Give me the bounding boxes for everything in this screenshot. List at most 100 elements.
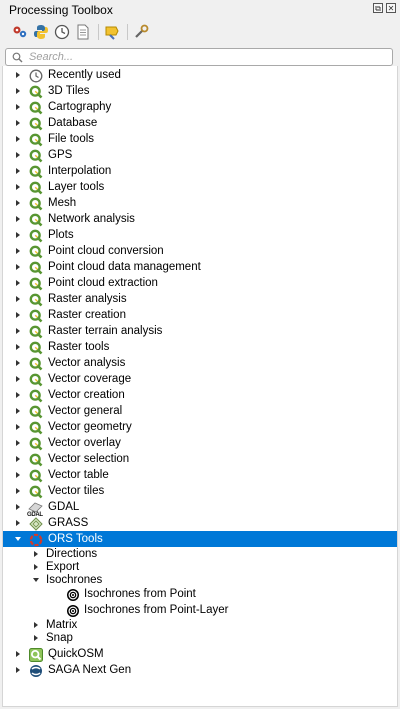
tree-item-vector-table[interactable]: Vector table: [3, 467, 397, 483]
tree-group-isochrones[interactable]: Isochrones: [3, 573, 397, 586]
expand-arrow-icon[interactable]: [14, 519, 22, 527]
toolbar-separator: [127, 24, 128, 40]
qgis-icon: [28, 436, 43, 451]
tree-item-vector-tiles[interactable]: Vector tiles: [3, 483, 397, 499]
expand-arrow-icon[interactable]: [14, 423, 22, 431]
tree-item-raster-tools[interactable]: Raster tools: [3, 339, 397, 355]
expand-arrow-icon[interactable]: [14, 167, 22, 175]
expand-arrow-icon[interactable]: [32, 550, 40, 558]
clock-icon: [28, 68, 43, 83]
tree-group-snap[interactable]: Snap: [3, 631, 397, 644]
expand-arrow-icon[interactable]: [14, 231, 22, 239]
tree-item-grass[interactable]: GRASS: [3, 515, 397, 531]
expand-arrow-icon[interactable]: [14, 343, 22, 351]
algorithm-tree: Recently used 3D Tiles Cartography Database…: [2, 66, 398, 707]
expand-arrow-icon[interactable]: [14, 391, 22, 399]
panel-titlebar: Processing Toolbox ⧉ ✕: [0, 0, 400, 20]
tree-item-quickosm[interactable]: QuickOSM: [3, 646, 397, 662]
expand-arrow-icon[interactable]: [14, 471, 22, 479]
tree-item-raster-analysis[interactable]: Raster analysis: [3, 291, 397, 307]
models-icon[interactable]: [12, 24, 28, 40]
tree-group-matrix[interactable]: Matrix: [3, 618, 397, 631]
tree-group-directions[interactable]: Directions: [3, 547, 397, 560]
tree-item-interpolation[interactable]: Interpolation: [3, 163, 397, 179]
expand-arrow-icon[interactable]: [14, 119, 22, 127]
search-box[interactable]: [5, 48, 393, 66]
expand-arrow-icon[interactable]: [14, 375, 22, 383]
grass-icon: [28, 516, 43, 531]
expand-arrow-icon[interactable]: [14, 279, 22, 287]
expand-arrow-icon[interactable]: [14, 666, 22, 674]
tree-algorithm-isochrones-from-point[interactable]: Isochrones from Point: [3, 586, 397, 602]
saga-icon: [28, 663, 43, 678]
python-icon[interactable]: [33, 24, 49, 40]
tree-item-vector-overlay[interactable]: Vector overlay: [3, 435, 397, 451]
expand-arrow-icon[interactable]: [14, 135, 22, 143]
tree-item-label: GRASS: [48, 517, 89, 529]
tree-item-vector-general[interactable]: Vector general: [3, 403, 397, 419]
tree-item-mesh[interactable]: Mesh: [3, 195, 397, 211]
expand-arrow-icon[interactable]: [14, 455, 22, 463]
tree-item-gdal[interactable]: GDAL GDAL: [3, 499, 397, 518]
tree-item-point-cloud-extraction[interactable]: Point cloud extraction: [3, 275, 397, 291]
expand-arrow-icon[interactable]: [14, 359, 22, 367]
expand-arrow-icon[interactable]: [14, 295, 22, 303]
expand-arrow-icon[interactable]: [32, 621, 40, 629]
tree-item-plots[interactable]: Plots: [3, 227, 397, 243]
tree-group-export[interactable]: Export: [3, 560, 397, 573]
tree-item-vector-creation[interactable]: Vector creation: [3, 387, 397, 403]
tree-item-label: Plots: [48, 229, 74, 241]
options-icon[interactable]: [133, 24, 149, 40]
expand-arrow-icon[interactable]: [14, 407, 22, 415]
expand-arrow-icon[interactable]: [14, 199, 22, 207]
expand-arrow-icon[interactable]: [14, 183, 22, 191]
expand-arrow-icon[interactable]: [14, 311, 22, 319]
expand-arrow-icon[interactable]: [14, 650, 22, 658]
expand-arrow-icon[interactable]: [32, 634, 40, 642]
tree-item-network-analysis[interactable]: Network analysis: [3, 211, 397, 227]
tree-item-label: Cartography: [48, 101, 112, 113]
expand-arrow-icon[interactable]: [14, 71, 22, 79]
tree-algorithm-isochrones-from-point-layer[interactable]: Isochrones from Point-Layer: [3, 602, 397, 618]
expand-arrow-icon[interactable]: [14, 503, 22, 511]
expand-arrow-icon[interactable]: [14, 215, 22, 223]
tree-item-point-cloud-conversion[interactable]: Point cloud conversion: [3, 243, 397, 259]
expand-arrow-icon[interactable]: [14, 439, 22, 447]
expand-arrow-icon[interactable]: [14, 151, 22, 159]
tree-item-raster-terrain-analysis[interactable]: Raster terrain analysis: [3, 323, 397, 339]
tree-item-point-cloud-data-management[interactable]: Point cloud data management: [3, 259, 397, 275]
tree-item-file-tools[interactable]: File tools: [3, 131, 397, 147]
tree-item-vector-coverage[interactable]: Vector coverage: [3, 371, 397, 387]
tree-item-database[interactable]: Database: [3, 115, 397, 131]
qgis-icon: [28, 468, 43, 483]
tree-item-layer-tools[interactable]: Layer tools: [3, 179, 397, 195]
collapse-arrow-icon[interactable]: [32, 576, 40, 584]
collapse-arrow-icon[interactable]: [14, 535, 22, 543]
float-panel-icon[interactable]: ⧉: [373, 3, 383, 13]
edit-features-icon[interactable]: [104, 24, 120, 40]
tree-item-3d-tiles[interactable]: 3D Tiles: [3, 83, 397, 99]
results-icon[interactable]: [75, 24, 91, 40]
expand-arrow-icon[interactable]: [14, 247, 22, 255]
tree-item-gps[interactable]: GPS: [3, 147, 397, 163]
expand-arrow-icon[interactable]: [14, 487, 22, 495]
tree-item-cartography[interactable]: Cartography: [3, 99, 397, 115]
close-panel-icon[interactable]: ✕: [386, 3, 396, 13]
tree-item-vector-selection[interactable]: Vector selection: [3, 451, 397, 467]
qgis-icon: [28, 116, 43, 131]
tree-item-vector-analysis[interactable]: Vector analysis: [3, 355, 397, 371]
tree-item-label: Point cloud conversion: [48, 245, 164, 257]
qgis-icon: [28, 292, 43, 307]
history-icon[interactable]: [54, 24, 70, 40]
tree-item-saga-next-gen[interactable]: SAGA Next Gen: [3, 662, 397, 678]
expand-arrow-icon[interactable]: [14, 327, 22, 335]
expand-arrow-icon[interactable]: [14, 87, 22, 95]
expand-arrow-icon[interactable]: [32, 563, 40, 571]
tree-item-recently-used[interactable]: Recently used: [3, 67, 397, 83]
expand-arrow-icon[interactable]: [14, 103, 22, 111]
search-input[interactable]: [29, 51, 389, 63]
tree-item-vector-geometry[interactable]: Vector geometry: [3, 419, 397, 435]
tree-item-ors-tools[interactable]: ORS Tools: [3, 531, 397, 547]
expand-arrow-icon[interactable]: [14, 263, 22, 271]
tree-item-raster-creation[interactable]: Raster creation: [3, 307, 397, 323]
